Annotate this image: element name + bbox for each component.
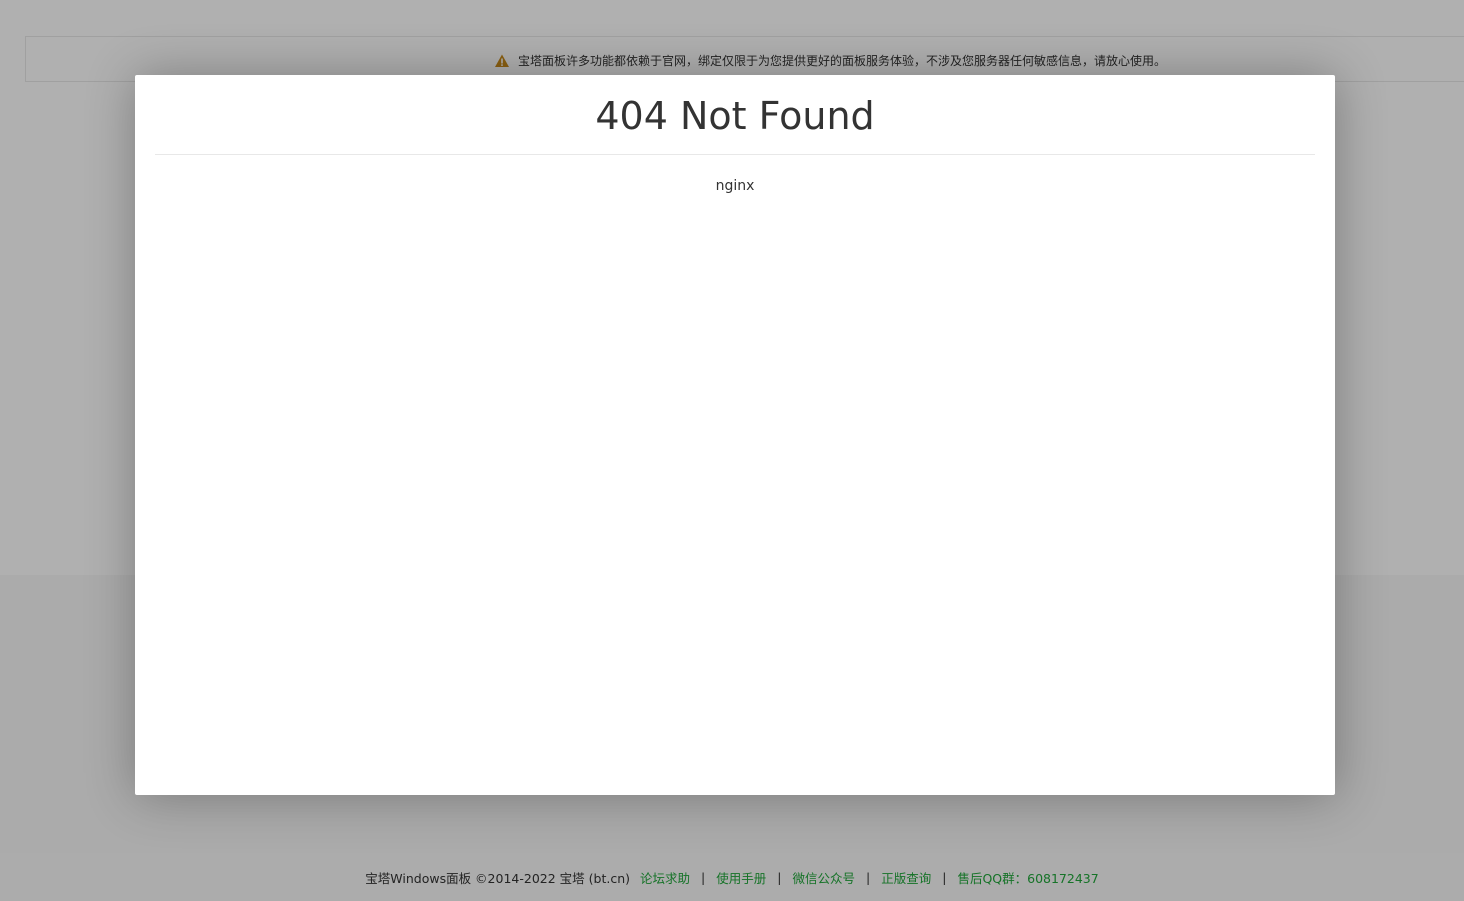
- modal-dialog: 404 Not Found nginx: [135, 75, 1335, 795]
- error-title: 404 Not Found: [595, 94, 875, 138]
- error-divider: [155, 154, 1315, 155]
- modal-iframe-content: 404 Not Found nginx: [135, 75, 1335, 795]
- server-name: nginx: [715, 178, 755, 194]
